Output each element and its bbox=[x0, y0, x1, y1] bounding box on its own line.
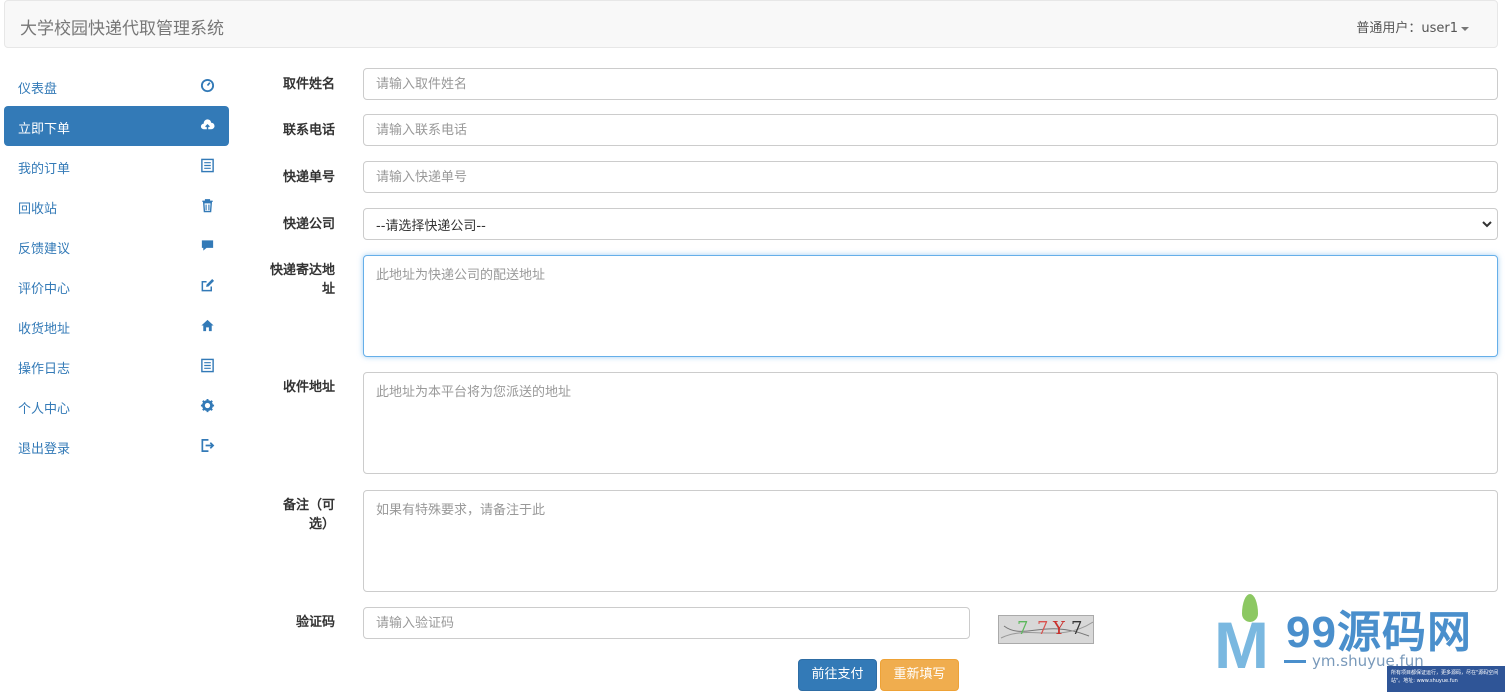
chevron-down-icon bbox=[1482, 221, 1492, 228]
cloud-upload-icon bbox=[200, 118, 216, 134]
captcha-input[interactable] bbox=[363, 607, 970, 639]
courier-company-selected: --请选择快递公司-- bbox=[376, 219, 486, 234]
top-navbar: 大学校园快递代取管理系统 普通用户：user1 bbox=[4, 0, 1498, 48]
watermark-title: 99源码网 bbox=[1286, 608, 1472, 657]
sidebar-item-label: 回收站 bbox=[18, 202, 58, 217]
phone-input[interactable] bbox=[363, 114, 1498, 146]
sidebar-item-recycle-bin[interactable]: 回收站 bbox=[4, 186, 229, 226]
sidebar-item-label: 仪表盘 bbox=[18, 82, 58, 97]
sidebar-item-order-now[interactable]: 立即下单 bbox=[4, 106, 229, 146]
sidebar-item-reviews[interactable]: 评价中心 bbox=[4, 266, 229, 306]
sidebar-item-label: 个人中心 bbox=[18, 402, 71, 417]
name-input[interactable] bbox=[363, 68, 1498, 100]
sidebar-item-logs[interactable]: 操作日志 bbox=[4, 346, 229, 386]
home-icon bbox=[200, 318, 216, 334]
captcha-label: 验证码 bbox=[295, 615, 335, 630]
user-menu[interactable]: 普通用户：user1 bbox=[1356, 17, 1469, 36]
delivery-address-label-line2: 址 bbox=[321, 282, 335, 297]
captcha-image[interactable]: 7 7 Y 7 bbox=[998, 615, 1094, 644]
receive-address-textarea[interactable] bbox=[363, 372, 1498, 474]
edit-icon bbox=[200, 278, 216, 294]
remark-label-line2: 选） bbox=[308, 517, 335, 532]
sidebar-item-label: 评价中心 bbox=[18, 282, 71, 297]
remark-textarea[interactable] bbox=[363, 490, 1498, 592]
name-label: 取件姓名 bbox=[282, 77, 335, 92]
sidebar-item-label: 退出登录 bbox=[18, 442, 71, 457]
caret-down-icon bbox=[1461, 26, 1469, 31]
captcha-char: 7 bbox=[1017, 618, 1029, 639]
sidebar-item-address[interactable]: 收货地址 bbox=[4, 306, 229, 346]
list-alt-icon bbox=[200, 358, 216, 374]
sidebar-item-dashboard[interactable]: 仪表盘 bbox=[4, 66, 229, 106]
trash-icon bbox=[200, 198, 216, 214]
sidebar-item-label: 立即下单 bbox=[18, 122, 71, 137]
watermark-divider bbox=[1284, 660, 1306, 663]
reset-button[interactable]: 重新填写 bbox=[880, 659, 959, 691]
watermark: M 99源码网 ym.shuyue.fun 所有项目都保证运行，更多源码，尽在"… bbox=[1212, 590, 1512, 695]
delivery-address-label: 快递寄达地 址 bbox=[240, 261, 335, 299]
company-label: 快递公司 bbox=[282, 217, 335, 232]
delivery-address-textarea[interactable] bbox=[363, 255, 1498, 357]
sidebar-item-label: 我的订单 bbox=[18, 162, 71, 177]
list-alt-icon bbox=[200, 158, 216, 174]
sidebar-item-profile[interactable]: 个人中心 bbox=[4, 386, 229, 426]
receive-address-label: 收件地址 bbox=[282, 380, 335, 395]
dashboard-icon bbox=[200, 78, 216, 94]
watermark-notice: 所有项目都保证运行，更多源码，尽在"源码空间站"。地址: www.shuyue.… bbox=[1387, 666, 1505, 692]
remark-label-line1: 备注（可 bbox=[282, 498, 335, 513]
sidebar-item-logout[interactable]: 退出登录 bbox=[4, 426, 229, 466]
watermark-logo: M bbox=[1214, 608, 1269, 682]
sidebar-item-label: 操作日志 bbox=[18, 362, 71, 377]
sidebar-item-my-orders[interactable]: 我的订单 bbox=[4, 146, 229, 186]
tracking-label: 快递单号 bbox=[282, 170, 335, 185]
captcha-char: Y bbox=[1053, 618, 1065, 639]
captcha-char: 7 bbox=[1037, 618, 1049, 639]
captcha-char: 7 bbox=[1071, 618, 1083, 639]
gear-icon bbox=[200, 398, 216, 414]
phone-label: 联系电话 bbox=[282, 123, 335, 138]
pay-button[interactable]: 前往支付 bbox=[798, 659, 877, 691]
delivery-address-label-line1: 快递寄达地 bbox=[269, 263, 335, 278]
courier-company-select[interactable]: --请选择快递公司-- bbox=[363, 208, 1498, 240]
sidebar-item-label: 收货地址 bbox=[18, 322, 71, 337]
sidebar-item-label: 反馈建议 bbox=[18, 242, 71, 257]
user-menu-label: 普通用户：user1 bbox=[1356, 21, 1458, 36]
sidebar-item-feedback[interactable]: 反馈建议 bbox=[4, 226, 229, 266]
remark-label: 备注（可 选） bbox=[240, 496, 335, 534]
comment-icon bbox=[200, 238, 216, 254]
tracking-number-input[interactable] bbox=[363, 161, 1498, 193]
app-title[interactable]: 大学校园快递代取管理系统 bbox=[20, 14, 224, 39]
logout-icon bbox=[200, 438, 216, 454]
sidebar: 仪表盘 立即下单 我的订单 回收站 反馈建议 评价中心 收货地址 操作日志 个人… bbox=[4, 66, 229, 466]
